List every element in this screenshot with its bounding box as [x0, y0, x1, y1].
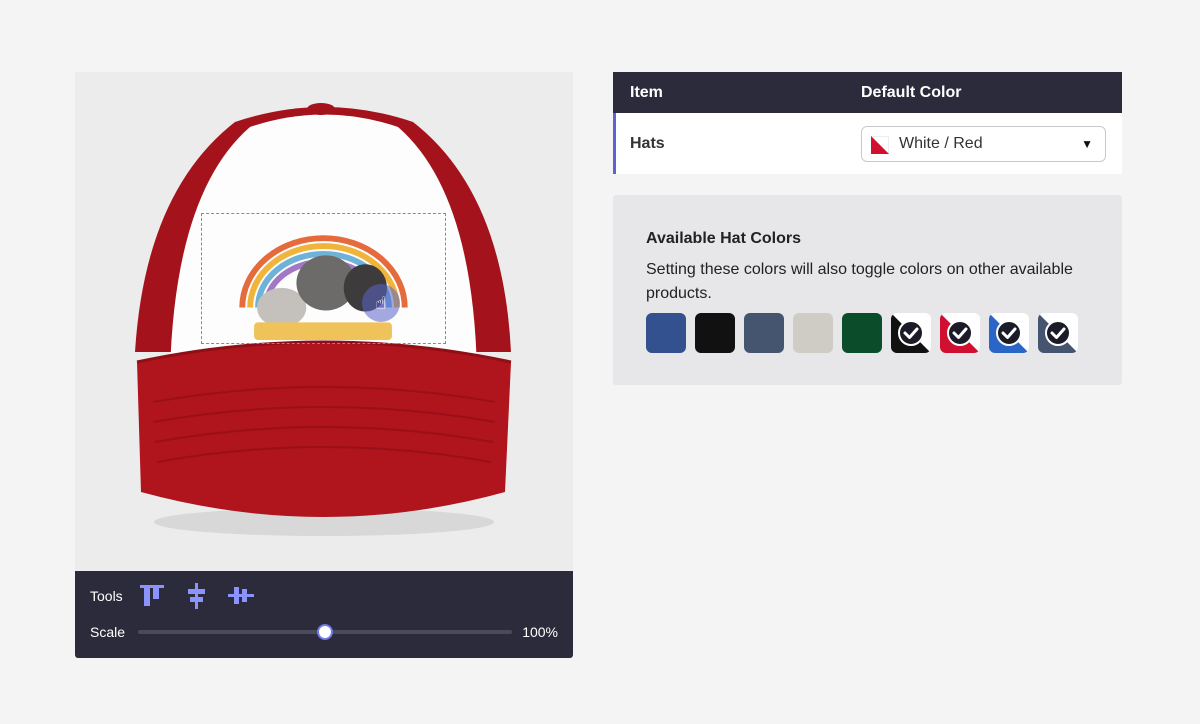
scale-slider-thumb[interactable] [317, 624, 333, 640]
checkmark-icon [1038, 313, 1078, 353]
scale-label: Scale [90, 624, 126, 640]
product-preview: ☝ [75, 72, 573, 572]
design-print-area[interactable]: ☝ [201, 213, 446, 344]
colors-description: Setting these colors will also toggle co… [646, 261, 1073, 302]
align-top-icon[interactable] [138, 582, 166, 610]
caret-down-icon: ▼ [1081, 137, 1093, 151]
checkmark-icon [891, 313, 931, 353]
item-label: Hats [630, 135, 665, 152]
color-swatch-royal-blue[interactable] [646, 313, 686, 353]
scale-value: 100% [522, 624, 558, 640]
tools-label: Tools [90, 588, 123, 604]
color-swatch-white-black[interactable] [891, 313, 931, 353]
available-colors-panel: Available Hat Colors Setting these color… [613, 195, 1122, 385]
colors-title: Available Hat Colors [646, 230, 802, 247]
tools-bar: Tools Scale 100% [75, 571, 573, 658]
default-color-table: Item Default Color Hats White / Red ▼ [613, 72, 1122, 174]
table-row: Hats White / Red ▼ [613, 113, 1122, 174]
color-swatch-light-gray[interactable] [793, 313, 833, 353]
hand-cursor-icon: ☝ [362, 284, 400, 322]
checkmark-icon [989, 313, 1029, 353]
scale-slider[interactable] [138, 624, 512, 640]
color-swatch-white-red[interactable] [940, 313, 980, 353]
table-header: Item Default Color [613, 72, 1122, 113]
default-color-select[interactable]: White / Red ▼ [861, 126, 1106, 162]
column-header-default-color: Default Color [861, 84, 962, 101]
column-header-item: Item [630, 84, 663, 101]
color-swatch-green[interactable] [842, 313, 882, 353]
checkmark-icon [940, 313, 980, 353]
align-horizontal-center-icon[interactable] [227, 582, 255, 610]
color-swatch-white-slate[interactable] [1038, 313, 1078, 353]
design-artwork-image [239, 235, 408, 341]
color-swatch-slate[interactable] [744, 313, 784, 353]
color-swatch-black[interactable] [695, 313, 735, 353]
selected-color-text: White / Red [899, 135, 983, 152]
align-vertical-center-icon[interactable] [183, 582, 211, 610]
color-swatch-white-royal[interactable] [989, 313, 1029, 353]
white-red-swatch-icon [871, 136, 889, 154]
